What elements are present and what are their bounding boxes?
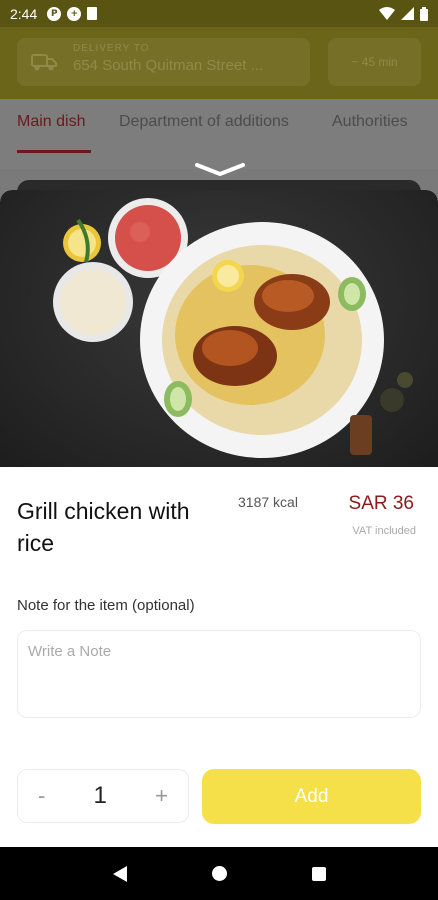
wifi-icon (379, 7, 395, 20)
p-icon: P (47, 6, 62, 21)
quantity-stepper: - 1 + (17, 769, 189, 823)
delivery-time-badge: ~ 45 min (328, 38, 421, 86)
chevron-down-icon[interactable] (195, 162, 245, 178)
item-detail-sheet: Grill chicken with rice 3187 kcal SAR 36… (0, 190, 438, 847)
vat-note: VAT included (352, 525, 416, 537)
plus-icon: + (67, 6, 82, 21)
note-label: Note for the item (optional) (17, 597, 195, 614)
tab-main-dish[interactable]: Main dish (17, 113, 85, 131)
note-input[interactable] (17, 630, 421, 718)
active-tab-indicator (17, 150, 91, 153)
delivery-address: 654 South Quitman Street ... (73, 57, 264, 74)
tab-authorities[interactable]: Authorities (332, 113, 408, 131)
tabs-background (0, 99, 438, 169)
status-bar: 2:44 P + (0, 0, 438, 27)
increment-button[interactable]: + (155, 783, 168, 809)
quantity-value: 1 (93, 782, 107, 809)
add-to-cart-button[interactable]: Add (202, 769, 421, 824)
home-icon[interactable] (211, 866, 227, 881)
item-info: Grill chicken with rice 3187 kcal SAR 36… (0, 467, 438, 847)
item-image (0, 190, 438, 467)
battery-icon (420, 6, 428, 21)
app-root: 2:44 P + DELIVERY TO 654 South Quitman S… (0, 0, 438, 900)
item-calories: 3187 kcal (238, 494, 298, 510)
tab-department-of-additions[interactable]: Department of additions (119, 113, 289, 131)
status-time: 2:44 (10, 5, 38, 22)
decrement-button[interactable]: - (38, 783, 45, 809)
delivery-label: DELIVERY TO (73, 43, 150, 54)
truck-icon (31, 54, 57, 71)
back-icon[interactable] (112, 865, 127, 882)
signal-icon (401, 7, 414, 20)
food-illustration (53, 198, 413, 458)
item-name: Grill chicken with rice (17, 498, 190, 556)
status-right-icons (379, 6, 428, 21)
sd-card-icon (87, 7, 98, 20)
item-price: SAR 36 (348, 493, 414, 514)
delivery-location-selector[interactable]: DELIVERY TO 654 South Quitman Street ... (17, 38, 310, 86)
system-navigation-bar (0, 847, 438, 900)
recents-icon[interactable] (311, 866, 326, 881)
